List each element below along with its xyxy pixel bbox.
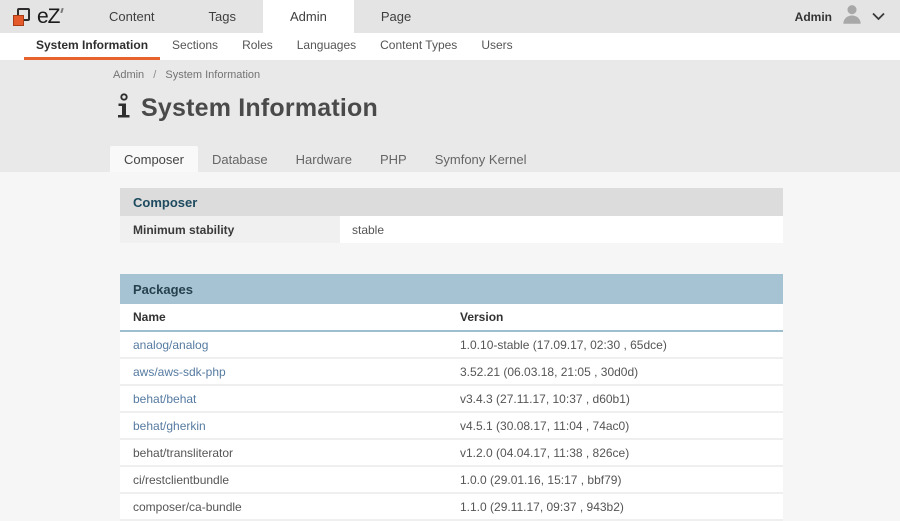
page-header: Admin / System Information System Inform… xyxy=(0,60,900,172)
user-menu[interactable]: Admin xyxy=(795,0,900,33)
table-row: behat/transliterator v1.2.0 (04.04.17, 1… xyxy=(120,440,783,467)
package-version: 3.52.21 (06.03.18, 21:05 , 30d0d) xyxy=(460,365,783,379)
package-version: v3.4.3 (27.11.17, 10:37 , d60b1) xyxy=(460,392,783,406)
logo-text: eZ xyxy=(37,5,60,29)
content-area: Composer Minimum stability stable Packag… xyxy=(0,172,900,521)
sub-nav-item[interactable]: Sections xyxy=(160,33,230,60)
column-header-version: Version xyxy=(460,310,783,324)
key-value-row: Minimum stability stable xyxy=(120,216,783,243)
package-name-link: behat/transliterator xyxy=(133,446,233,460)
ez-logo-icon xyxy=(13,6,34,28)
chevron-down-icon[interactable] xyxy=(872,8,885,26)
main-nav-item[interactable]: Page xyxy=(354,0,438,33)
packages-table-body: analog/analog 1.0.10-stable (17.09.17, 0… xyxy=(120,332,783,521)
sub-nav-item[interactable]: System Information xyxy=(24,33,160,60)
main-nav-item[interactable]: Admin xyxy=(263,0,354,33)
table-row: ci/restclientbundle 1.0.0 (29.01.16, 15:… xyxy=(120,467,783,494)
package-version: v1.2.0 (04.04.17, 11:38 , 826ce) xyxy=(460,446,783,460)
package-version: 1.1.0 (29.11.17, 09:37 , 943b2) xyxy=(460,500,783,514)
table-row: aws/aws-sdk-php 3.52.21 (06.03.18, 21:05… xyxy=(120,359,783,386)
composer-panel: Composer Minimum stability stable xyxy=(120,188,783,243)
value-text: stable xyxy=(340,216,783,243)
breadcrumb-separator: / xyxy=(153,69,156,81)
tab[interactable]: PHP xyxy=(366,146,421,172)
package-version: 1.0.10-stable (17.09.17, 02:30 , 65dce) xyxy=(460,338,783,352)
package-version: v4.5.1 (30.08.17, 11:04 , 74ac0) xyxy=(460,419,783,433)
tab[interactable]: Composer xyxy=(110,146,198,172)
admin-sub-nav: System Information Sections Roles Langua… xyxy=(0,33,900,60)
packages-panel-header: Packages xyxy=(120,274,783,304)
logo-orange-square xyxy=(13,15,24,26)
title-row: System Information xyxy=(116,93,378,124)
avatar-icon xyxy=(839,1,865,32)
table-row: analog/analog 1.0.10-stable (17.09.17, 0… xyxy=(120,332,783,359)
info-icon xyxy=(116,93,130,124)
package-name-link[interactable]: analog/analog xyxy=(133,338,208,352)
composer-panel-header: Composer xyxy=(120,188,783,216)
tab[interactable]: Symfony Kernel xyxy=(421,146,541,172)
table-row: behat/gherkin v4.5.1 (30.08.17, 11:04 , … xyxy=(120,413,783,440)
logo-tick-mark xyxy=(60,8,63,13)
breadcrumb: Admin / System Information xyxy=(113,69,260,81)
table-row: composer/ca-bundle 1.1.0 (29.11.17, 09:3… xyxy=(120,494,783,521)
package-name-link: ci/restclientbundle xyxy=(133,473,229,487)
sub-nav-item[interactable]: Content Types xyxy=(368,33,469,60)
package-name-link[interactable]: aws/aws-sdk-php xyxy=(133,365,226,379)
top-bar: eZ Content Tags Admin Page Admin xyxy=(0,0,900,33)
main-nav-item[interactable]: Content xyxy=(82,0,182,33)
package-name-link: composer/ca-bundle xyxy=(133,500,242,514)
composer-panel-rows: Minimum stability stable xyxy=(120,216,783,243)
main-nav-item[interactable]: Tags xyxy=(182,0,263,33)
package-name-link[interactable]: behat/behat xyxy=(133,392,196,406)
package-name-link[interactable]: behat/gherkin xyxy=(133,419,206,433)
ez-logo[interactable]: eZ xyxy=(0,0,72,33)
sub-nav-item[interactable]: Roles xyxy=(230,33,285,60)
page-title: System Information xyxy=(141,94,378,123)
tab[interactable]: Hardware xyxy=(282,146,366,172)
breadcrumb-admin[interactable]: Admin xyxy=(113,69,144,81)
user-name-label: Admin xyxy=(795,10,832,24)
packages-table-header: Name Version xyxy=(120,304,783,332)
sub-nav-item[interactable]: Languages xyxy=(285,33,368,60)
package-version: 1.0.0 (29.01.16, 15:17 , bbf79) xyxy=(460,473,783,487)
sub-nav-item[interactable]: Users xyxy=(469,33,524,60)
table-row: behat/behat v3.4.3 (27.11.17, 10:37 , d6… xyxy=(120,386,783,413)
main-nav: Content Tags Admin Page xyxy=(82,0,438,33)
breadcrumb-system-information[interactable]: System Information xyxy=(165,69,260,81)
column-header-name: Name xyxy=(120,310,460,324)
packages-panel: Packages Name Version analog/analog 1.0.… xyxy=(120,274,783,521)
system-info-tabs: Composer Database Hardware PHP Symfony K… xyxy=(110,146,540,172)
key-label: Minimum stability xyxy=(120,216,340,243)
tab[interactable]: Database xyxy=(198,146,282,172)
